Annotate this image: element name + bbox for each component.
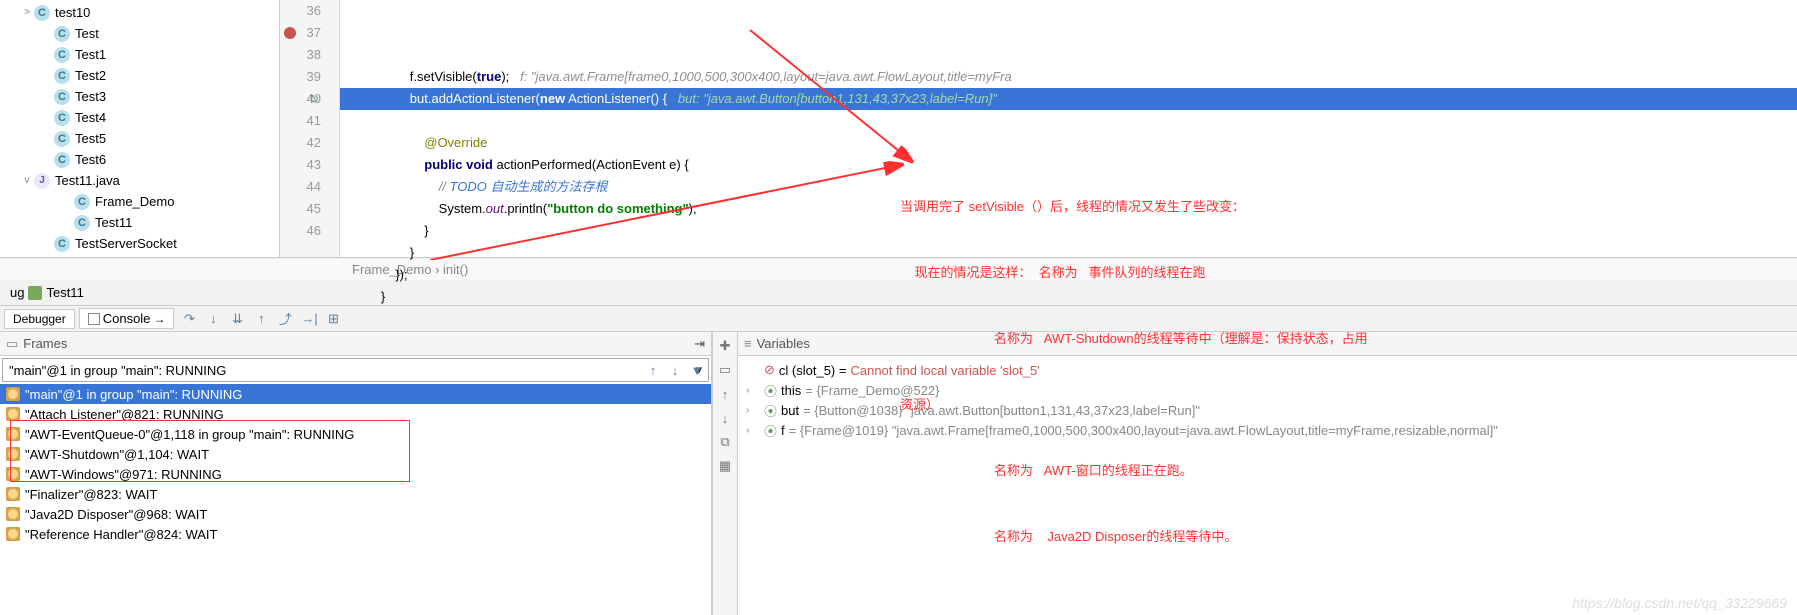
step-out-icon[interactable]: ↑ xyxy=(250,308,272,330)
tree-item[interactable]: CTest2 xyxy=(0,65,279,86)
tree-item[interactable]: CTest xyxy=(0,23,279,44)
editor-code[interactable]: f.setVisible(true); f: "java.awt.Frame[f… xyxy=(340,0,1797,257)
tree-item[interactable]: CTest11 xyxy=(0,212,279,233)
tree-item[interactable]: CTest4 xyxy=(0,107,279,128)
vars-toolbar: ✚ ▭ ↑ ↓ ⧉ ▦ xyxy=(712,332,738,615)
tree-item[interactable]: >Ctest10 xyxy=(0,2,279,23)
run-to-cursor-icon[interactable]: →| xyxy=(298,308,320,330)
thread-item[interactable]: "Reference Handler"@824: WAIT xyxy=(0,524,711,544)
tab-console[interactable]: Console → xyxy=(79,308,175,329)
thread-item[interactable]: "Finalizer"@823: WAIT xyxy=(0,484,711,504)
down-icon[interactable]: ↓ xyxy=(715,408,735,428)
filter-icon[interactable]: ▼ xyxy=(687,360,707,380)
view-icon[interactable]: ▦ xyxy=(715,456,735,476)
tree-item[interactable]: CTestServerSocket xyxy=(0,233,279,254)
watermark: https://blog.csdn.net/qq_33229669 xyxy=(1572,595,1787,611)
frames-icon: ▭ xyxy=(6,336,18,352)
thread-item[interactable]: "AWT-EventQueue-0"@1,118 in group "main"… xyxy=(0,424,711,444)
remove-watch-icon[interactable]: ▭ xyxy=(715,360,735,380)
thread-item[interactable]: "AWT-Windows"@971: RUNNING xyxy=(0,464,711,484)
project-tree[interactable]: >Ctest10CTestCTest1CTest2CTest3CTest4CTe… xyxy=(0,0,280,257)
tree-item[interactable]: CFrame_Demo xyxy=(0,191,279,212)
next-frame-icon[interactable]: ↓ xyxy=(665,360,685,380)
up-icon[interactable]: ↑ xyxy=(715,384,735,404)
frames-panel: ▭ Frames ⇥ "main"@1 in group "main": RUN… xyxy=(0,332,712,615)
thread-item[interactable]: "Attach Listener"@821: RUNNING xyxy=(0,404,711,424)
tree-item[interactable]: CTest3 xyxy=(0,86,279,107)
minimize-icon[interactable]: ⇥ xyxy=(694,336,705,352)
code-editor[interactable]: 3637383940414243444546 f.setVisible(true… xyxy=(280,0,1797,257)
thread-list[interactable]: "main"@1 in group "main": RUNNING"Attach… xyxy=(0,384,711,615)
step-into-icon[interactable]: ↓ xyxy=(202,308,224,330)
debug-run-tab[interactable]: ug Test11 xyxy=(4,283,90,302)
step-over-icon[interactable]: ↷ xyxy=(178,308,200,330)
thread-item[interactable]: "Java2D Disposer"@968: WAIT xyxy=(0,504,711,524)
copy-icon[interactable]: ⧉ xyxy=(715,432,735,452)
force-step-into-icon[interactable]: ⇊ xyxy=(226,308,248,330)
drop-frame-icon[interactable]: ⤴ xyxy=(274,308,296,330)
thread-selector[interactable]: "main"@1 in group "main": RUNNING ▾ xyxy=(2,358,709,382)
annotation-overlay: 当调用完了 setVisible（）后，线程的情况又发生了些改变： 现在的情况是… xyxy=(900,152,1620,592)
tree-item[interactable]: CTest1 xyxy=(0,44,279,65)
tree-item[interactable]: vJTest11.java xyxy=(0,170,279,191)
bug-icon xyxy=(28,286,42,300)
tree-item[interactable]: CTest5 xyxy=(0,128,279,149)
frames-header: ▭ Frames ⇥ xyxy=(0,332,711,356)
prev-frame-icon[interactable]: ↑ xyxy=(643,360,663,380)
thread-item[interactable]: "main"@1 in group "main": RUNNING xyxy=(0,384,711,404)
editor-gutter: 3637383940414243444546 xyxy=(280,0,340,257)
tab-debugger[interactable]: Debugger xyxy=(4,309,75,329)
tree-item[interactable]: CTest6 xyxy=(0,149,279,170)
thread-item[interactable]: "AWT-Shutdown"@1,104: WAIT xyxy=(0,444,711,464)
